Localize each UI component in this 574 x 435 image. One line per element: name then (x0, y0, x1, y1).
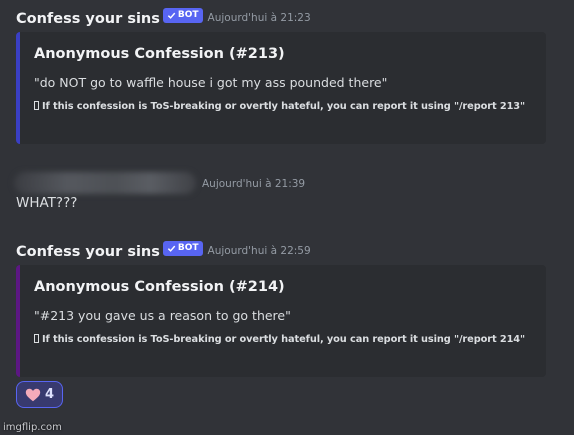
embed-footer-text: If this confession is ToS-breaking or ov… (42, 101, 526, 112)
bot-badge-label: BOT (177, 243, 199, 253)
timestamp[interactable]: Aujourd'hui à 21:23 (208, 12, 311, 24)
missing-glyph-icon (34, 334, 39, 343)
confession-embed: Anonymous Confession (#214) "#213 you ga… (16, 265, 546, 377)
confession-embed: Anonymous Confession (#213) "do NOT go t… (16, 32, 546, 144)
message-2: Aujourd'hui à 21:39 WHAT??? (16, 174, 558, 211)
watermark: imgflip.com (3, 422, 62, 433)
bot-badge: BOT (162, 241, 203, 256)
bot-badge: BOT (162, 8, 203, 23)
embed-quote: "#213 you gave us a reason to go there" (34, 308, 291, 323)
check-icon (167, 12, 176, 19)
reaction-button[interactable]: 4 (16, 381, 63, 408)
embed-footer-text: If this confession is ToS-breaking or ov… (42, 334, 526, 345)
message-3: Confess your sins BOT Aujourd'hui à 22:59 (16, 241, 558, 261)
embed-title: Anonymous Confession (#214) (34, 279, 285, 295)
author-name[interactable]: Confess your sins (16, 244, 160, 260)
message-content: WHAT??? (16, 195, 78, 211)
timestamp[interactable]: Aujourd'hui à 21:39 (202, 178, 305, 190)
embed-footer: If this confession is ToS-breaking or ov… (34, 101, 534, 112)
bot-badge-label: BOT (177, 10, 199, 20)
missing-glyph-icon (34, 101, 39, 110)
message-header: Confess your sins BOT Aujourd'hui à 21:23 (16, 8, 558, 28)
message-1: Confess your sins BOT Aujourd'hui à 21:23 (16, 8, 558, 28)
message-header: Aujourd'hui à 21:39 (16, 174, 558, 194)
embed-footer: If this confession is ToS-breaking or ov… (34, 334, 534, 345)
message-header: Confess your sins BOT Aujourd'hui à 22:59 (16, 241, 558, 261)
author-name[interactable]: Confess your sins (16, 11, 160, 27)
timestamp[interactable]: Aujourd'hui à 22:59 (208, 245, 311, 257)
embed-quote: "do NOT go to waffle house i got my ass … (34, 75, 388, 90)
embed-title: Anonymous Confession (#213) (34, 46, 285, 62)
reaction-count: 4 (44, 387, 55, 402)
check-icon (167, 245, 176, 252)
pink-heart-icon (25, 388, 41, 401)
